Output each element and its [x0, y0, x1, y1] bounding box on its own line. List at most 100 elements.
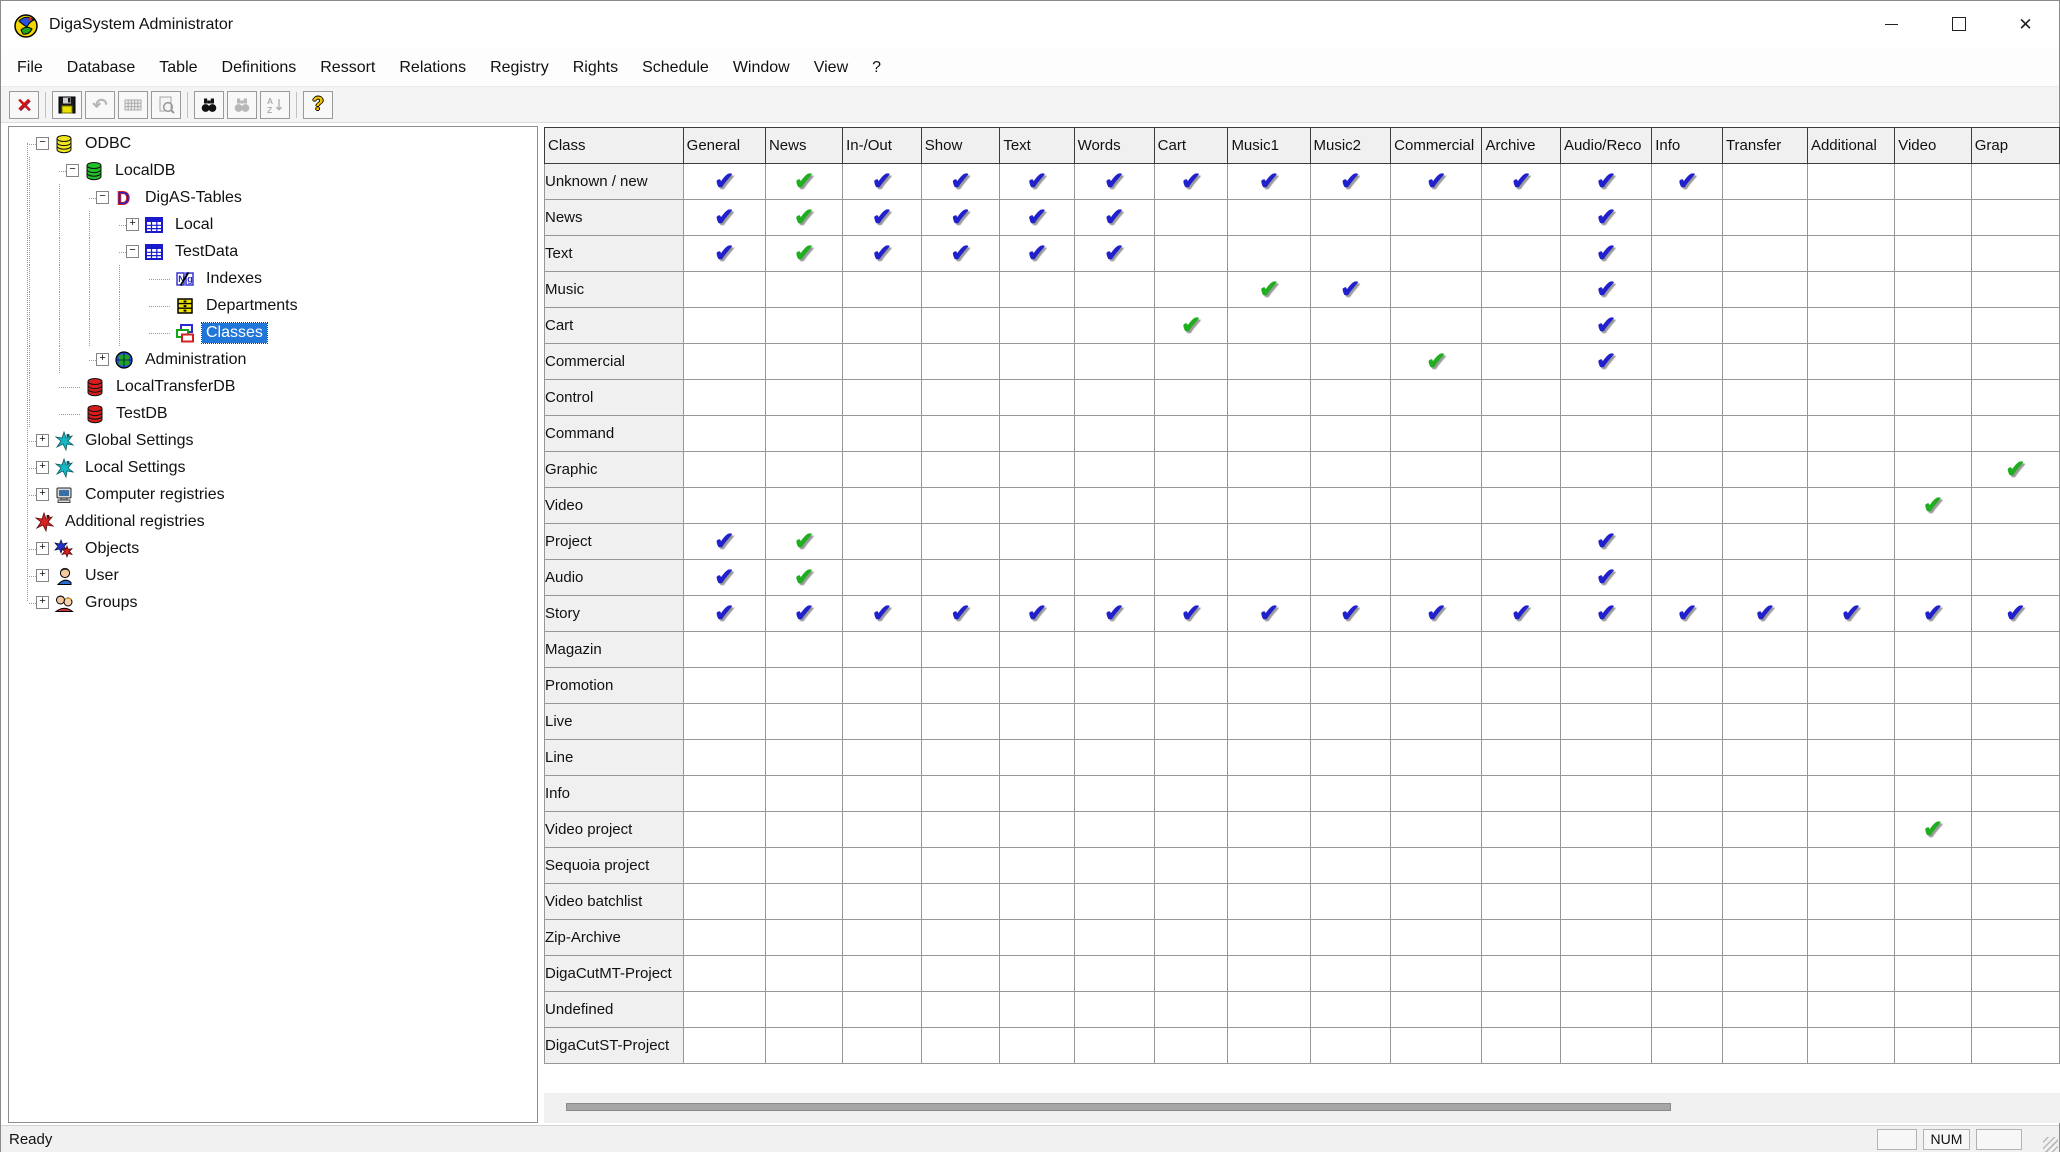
- rights-cell-promotion-news[interactable]: [765, 668, 842, 704]
- rights-cell-line-cart[interactable]: [1154, 740, 1228, 776]
- rights-cell-project-news[interactable]: ✔: [765, 524, 842, 560]
- maximize-button[interactable]: [1925, 1, 1992, 47]
- rights-cell-news-news[interactable]: ✔: [765, 200, 842, 236]
- rights-cell-text-archive[interactable]: [1482, 236, 1560, 272]
- rights-cell-cart-video[interactable]: [1895, 308, 1972, 344]
- rights-cell-promotion-cart[interactable]: [1154, 668, 1228, 704]
- rights-cell-live-news[interactable]: [765, 704, 842, 740]
- rights-cell-control-archive[interactable]: [1482, 380, 1560, 416]
- tree-item-label[interactable]: TestDB: [112, 404, 172, 424]
- rights-cell-commercial-show[interactable]: [921, 344, 1000, 380]
- rights-cell-graphic-transfer[interactable]: [1722, 452, 1807, 488]
- rights-cell-command-news[interactable]: [765, 416, 842, 452]
- rights-cell-project-archive[interactable]: [1482, 524, 1560, 560]
- rights-cell-zip-archive-cart[interactable]: [1154, 920, 1228, 956]
- rights-cell-music-words[interactable]: [1074, 272, 1154, 308]
- rights-cell-audio-show[interactable]: [921, 560, 1000, 596]
- rights-cell-control-info[interactable]: [1652, 380, 1723, 416]
- undo-button[interactable]: ↶: [85, 91, 115, 119]
- rights-cell-magazin-show[interactable]: [921, 632, 1000, 668]
- expand-toggle-icon[interactable]: +: [36, 542, 49, 555]
- rights-cell-info-show[interactable]: [921, 776, 1000, 812]
- rights-cell-undefined-words[interactable]: [1074, 992, 1154, 1028]
- rights-cell-line-in-out[interactable]: [843, 740, 922, 776]
- rights-cell-video-grap[interactable]: [1971, 488, 2059, 524]
- tree-item-label[interactable]: Global Settings: [81, 431, 198, 451]
- rights-cell-music-general[interactable]: [683, 272, 765, 308]
- collapse-toggle-icon[interactable]: −: [66, 164, 79, 177]
- rights-cell-unknown-new-grap[interactable]: [1971, 164, 2059, 200]
- rights-cell-video-batchlist-video[interactable]: [1895, 884, 1972, 920]
- rights-cell-video-audio-reco[interactable]: [1560, 488, 1651, 524]
- rights-cell-video-batchlist-words[interactable]: [1074, 884, 1154, 920]
- rights-cell-sequoia-project-news[interactable]: [765, 848, 842, 884]
- rights-cell-video-commercial[interactable]: [1391, 488, 1482, 524]
- rights-cell-undefined-music2[interactable]: [1310, 992, 1391, 1028]
- rights-cell-undefined-archive[interactable]: [1482, 992, 1560, 1028]
- rights-cell-digacutmt-project-commercial[interactable]: [1391, 956, 1482, 992]
- rights-cell-video-archive[interactable]: [1482, 488, 1560, 524]
- tree-item-label[interactable]: Groups: [81, 593, 141, 613]
- minimize-button[interactable]: [1858, 1, 1925, 47]
- rights-cell-graphic-video[interactable]: [1895, 452, 1972, 488]
- rights-cell-command-music2[interactable]: [1310, 416, 1391, 452]
- rights-cell-news-music2[interactable]: [1310, 200, 1391, 236]
- rights-cell-audio-music1[interactable]: [1228, 560, 1310, 596]
- tree-item-classes[interactable]: Classes: [9, 319, 537, 346]
- rights-cell-video-music1[interactable]: [1228, 488, 1310, 524]
- expand-toggle-icon[interactable]: +: [36, 461, 49, 474]
- rights-cell-sequoia-project-transfer[interactable]: [1722, 848, 1807, 884]
- rights-cell-commercial-cart[interactable]: [1154, 344, 1228, 380]
- rights-cell-info-music1[interactable]: [1228, 776, 1310, 812]
- rights-cell-graphic-additional[interactable]: [1807, 452, 1894, 488]
- rights-cell-digacutmt-project-archive[interactable]: [1482, 956, 1560, 992]
- rights-cell-command-music1[interactable]: [1228, 416, 1310, 452]
- rights-cell-sequoia-project-archive[interactable]: [1482, 848, 1560, 884]
- rights-cell-text-in-out[interactable]: ✔: [843, 236, 922, 272]
- rights-cell-cart-transfer[interactable]: [1722, 308, 1807, 344]
- rights-cell-sequoia-project-video[interactable]: [1895, 848, 1972, 884]
- rights-cell-unknown-new-music1[interactable]: ✔: [1228, 164, 1310, 200]
- rights-cell-video-news[interactable]: [765, 488, 842, 524]
- rights-cell-commercial-text[interactable]: [1000, 344, 1074, 380]
- rights-cell-video-words[interactable]: [1074, 488, 1154, 524]
- rights-cell-sequoia-project-music1[interactable]: [1228, 848, 1310, 884]
- rights-cell-sequoia-project-commercial[interactable]: [1391, 848, 1482, 884]
- rights-cell-graphic-info[interactable]: [1652, 452, 1723, 488]
- rights-cell-video-general[interactable]: [683, 488, 765, 524]
- rights-cell-info-words[interactable]: [1074, 776, 1154, 812]
- rights-cell-control-music1[interactable]: [1228, 380, 1310, 416]
- tree-item-localtransferdb[interactable]: LocalTransferDB: [9, 373, 537, 400]
- rights-cell-video-project-additional[interactable]: [1807, 812, 1894, 848]
- rights-cell-control-video[interactable]: [1895, 380, 1972, 416]
- rights-cell-digacutst-project-general[interactable]: [683, 1028, 765, 1064]
- rights-cell-video-project-words[interactable]: [1074, 812, 1154, 848]
- tree-item-label[interactable]: Departments: [202, 296, 302, 316]
- rights-cell-digacutmt-project-show[interactable]: [921, 956, 1000, 992]
- rights-cell-zip-archive-additional[interactable]: [1807, 920, 1894, 956]
- menu-item-table[interactable]: Table: [147, 59, 209, 77]
- rights-cell-news-cart[interactable]: [1154, 200, 1228, 236]
- rights-cell-project-video[interactable]: [1895, 524, 1972, 560]
- rights-cell-digacutst-project-in-out[interactable]: [843, 1028, 922, 1064]
- rights-cell-undefined-transfer[interactable]: [1722, 992, 1807, 1028]
- rights-cell-magazin-info[interactable]: [1652, 632, 1723, 668]
- rights-cell-promotion-general[interactable]: [683, 668, 765, 704]
- rights-cell-text-video[interactable]: [1895, 236, 1972, 272]
- rights-cell-line-words[interactable]: [1074, 740, 1154, 776]
- rights-cell-project-text[interactable]: [1000, 524, 1074, 560]
- rights-cell-story-in-out[interactable]: ✔: [843, 596, 922, 632]
- rights-cell-graphic-general[interactable]: [683, 452, 765, 488]
- rights-cell-graphic-news[interactable]: [765, 452, 842, 488]
- rights-cell-audio-commercial[interactable]: [1391, 560, 1482, 596]
- rights-cell-undefined-commercial[interactable]: [1391, 992, 1482, 1028]
- rights-cell-video-project-cart[interactable]: [1154, 812, 1228, 848]
- rights-cell-audio-additional[interactable]: [1807, 560, 1894, 596]
- rights-cell-sequoia-project-additional[interactable]: [1807, 848, 1894, 884]
- rights-cell-magazin-in-out[interactable]: [843, 632, 922, 668]
- rights-cell-music-news[interactable]: [765, 272, 842, 308]
- rights-cell-music-audio-reco[interactable]: ✔: [1560, 272, 1651, 308]
- rights-cell-video-batchlist-general[interactable]: [683, 884, 765, 920]
- rights-cell-promotion-grap[interactable]: [1971, 668, 2059, 704]
- rights-cell-video-project-grap[interactable]: [1971, 812, 2059, 848]
